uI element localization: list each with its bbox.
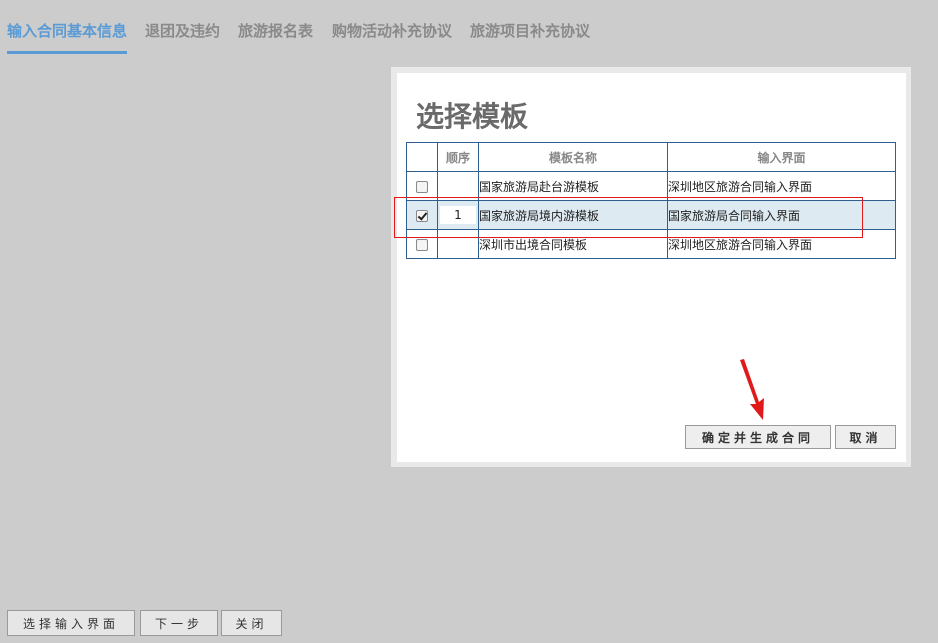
tab-registration[interactable]: 旅游报名表 [238,20,313,41]
template-table: 顺序 模板名称 输入界面 国家旅游局赴台游模板 深圳地区旅游合同输入界面 1 国… [406,142,896,259]
row-order-cell: 1 [437,200,479,230]
active-tab-indicator [7,51,127,54]
row-checkbox[interactable] [416,180,428,193]
header-input-ui: 输入界面 [667,142,896,172]
table-header-row: 顺序 模板名称 输入界面 [406,142,896,172]
row-template-name: 国家旅游局境内游模板 [478,200,668,230]
next-step-button[interactable]: 下一步 [140,610,218,636]
confirm-generate-button[interactable]: 确定并生成合同 [685,425,831,449]
tab-shopping-agreement[interactable]: 购物活动补充协议 [332,20,452,41]
row-order-cell [437,229,479,259]
row-check-cell [406,229,438,259]
tab-bar: 输入合同基本信息 退团及违约 旅游报名表 购物活动补充协议 旅游项目补充协议 [0,0,938,58]
row-input-ui: 深圳地区旅游合同输入界面 [667,229,896,259]
row-checkbox[interactable] [416,209,428,222]
row-input-ui: 国家旅游局合同输入界面 [667,200,896,230]
header-template-name: 模板名称 [478,142,668,172]
row-check-cell [406,200,438,230]
table-row[interactable]: 国家旅游局赴台游模板 深圳地区旅游合同输入界面 [406,171,896,201]
order-input[interactable]: 1 [440,206,476,224]
row-template-name: 国家旅游局赴台游模板 [478,171,668,201]
table-row[interactable]: 1 国家旅游局境内游模板 国家旅游局合同输入界面 [406,200,896,230]
row-checkbox[interactable] [416,238,428,251]
row-input-ui: 深圳地区旅游合同输入界面 [667,171,896,201]
tab-withdrawal[interactable]: 退团及违约 [145,20,220,41]
header-check [406,142,438,172]
select-input-ui-button[interactable]: 选择输入界面 [7,610,135,636]
select-template-dialog: 选择模板 顺序 模板名称 输入界面 国家旅游局赴台游模板 深圳地区旅游合同输入界… [397,73,906,462]
header-order: 顺序 [437,142,479,172]
table-row[interactable]: 深圳市出境合同模板 深圳地区旅游合同输入界面 [406,229,896,259]
close-button[interactable]: 关闭 [221,610,282,636]
row-template-name: 深圳市出境合同模板 [478,229,668,259]
row-check-cell [406,171,438,201]
dialog-title: 选择模板 [416,100,529,133]
row-order-cell [437,171,479,201]
tab-basic-info[interactable]: 输入合同基本信息 [7,20,127,41]
cancel-button[interactable]: 取消 [835,425,896,449]
tab-project-agreement[interactable]: 旅游项目补充协议 [470,20,590,41]
